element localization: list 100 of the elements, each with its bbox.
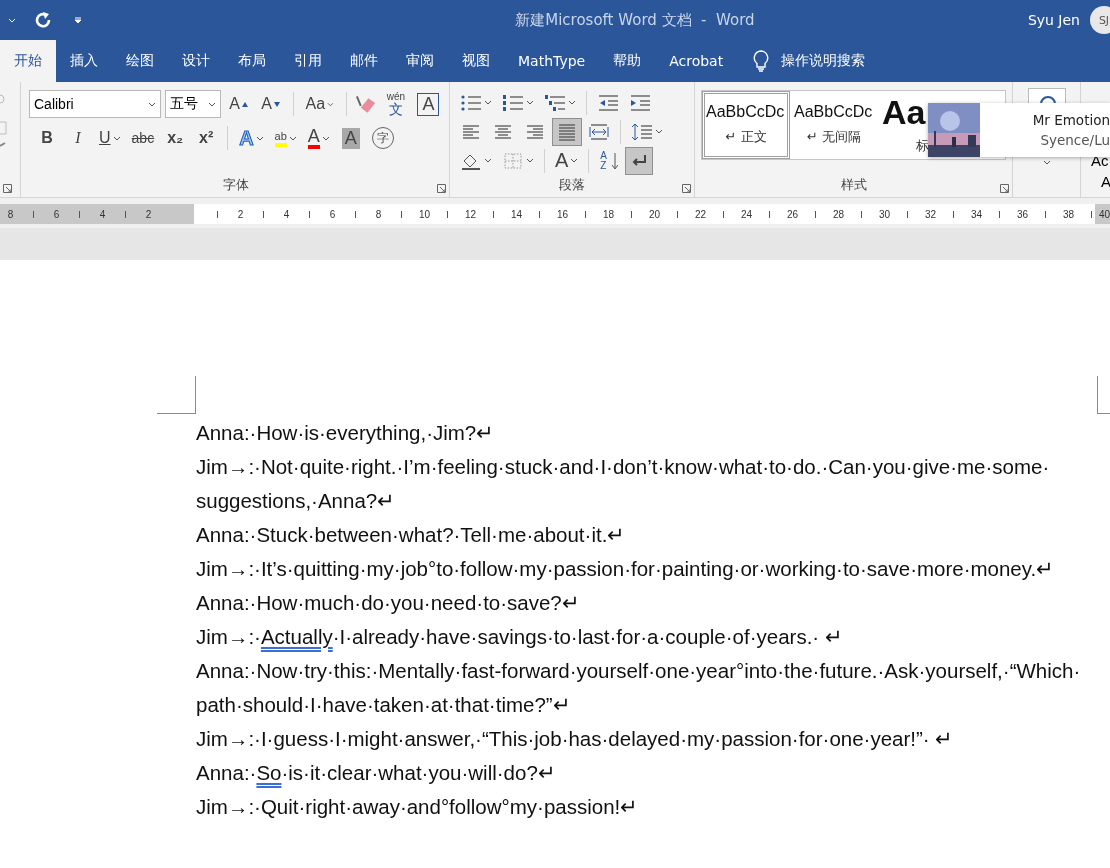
numbering-icon[interactable] xyxy=(502,92,524,113)
tell-me-search[interactable]: 操作说明搜索 xyxy=(781,52,866,70)
ruler-number: 6 xyxy=(329,208,336,220)
music-notification[interactable]: Mr Emotion Syence/Lu xyxy=(928,103,1110,157)
document-paragraph: Jim→:·Actually·I·already·have·savings·to·last·for·a·couple·of·years.· ↵ xyxy=(196,624,844,650)
document-paragraph: Anna:·How·is·everything,·Jim?↵ xyxy=(196,420,496,446)
dialog-launcher-icon[interactable] xyxy=(437,184,446,193)
caret-icon[interactable] xyxy=(655,129,663,134)
ruler-number: 36 xyxy=(1016,208,1029,220)
triangle-icon xyxy=(242,101,248,107)
ribbon-tab[interactable]: 审阅 xyxy=(392,40,448,82)
ruler-number: 16 xyxy=(556,208,569,220)
script-button[interactable]: x² xyxy=(192,124,221,152)
window-title: 新建Microsoft Word 文档 - Word xyxy=(514,10,756,30)
customize-toolbar-icon[interactable] xyxy=(74,16,82,24)
caret-icon[interactable] xyxy=(112,135,121,141)
margin-corner-mark xyxy=(1097,376,1110,414)
font-size-field[interactable]: 五号 xyxy=(164,90,221,118)
eraser-icon[interactable] xyxy=(354,94,378,114)
song-artist: Syence/Lu xyxy=(1040,131,1110,150)
document-paragraph: Jim→:·Quit·right·away·and°follow°my·passion!↵ xyxy=(196,794,640,820)
ruler-number: 14 xyxy=(510,208,523,220)
ruler-number: 4 xyxy=(99,208,106,220)
ribbon-tab[interactable]: 邮件 xyxy=(336,40,392,82)
redo-icon[interactable] xyxy=(34,11,52,29)
ribbon-tab[interactable]: MathType xyxy=(504,40,600,82)
caret-icon[interactable] xyxy=(526,100,534,105)
ribbon-tab[interactable]: 视图 xyxy=(448,40,504,82)
decrease-indent-icon[interactable] xyxy=(597,92,619,113)
caret-icon[interactable] xyxy=(570,158,579,163)
ribbon-tab[interactable]: 帮助 xyxy=(599,40,656,82)
ribbon-tab[interactable]: 设计 xyxy=(168,40,224,82)
caret-icon[interactable] xyxy=(1042,160,1051,165)
ruler-number: 20 xyxy=(648,208,661,220)
caret-icon[interactable] xyxy=(484,100,492,105)
ruler-number: 8 xyxy=(375,208,382,220)
caret-icon[interactable] xyxy=(526,158,534,163)
ribbon-tab[interactable]: 插入 xyxy=(56,40,112,82)
grow-font-button[interactable]: A xyxy=(224,90,253,118)
asian-layout-button[interactable]: A xyxy=(551,146,583,175)
caret-icon[interactable] xyxy=(321,135,330,141)
ruler-number: 6 xyxy=(53,208,60,220)
script-button[interactable]: x₂ xyxy=(161,124,190,152)
increase-indent-icon[interactable] xyxy=(629,92,651,113)
line-spacing-icon[interactable] xyxy=(631,121,653,142)
document-paragraph: Jim→:·It’s·quitting·my·job°to·follow·my·passion·for·painting·or·working·to·save·more·money.↵ xyxy=(196,556,1056,582)
bold-button[interactable]: B xyxy=(33,124,61,152)
user-name: Syu Jen xyxy=(1027,12,1080,28)
margin-corner-mark xyxy=(157,376,196,414)
change-case-button[interactable]: Aa xyxy=(301,90,338,118)
caret-icon[interactable] xyxy=(484,158,492,163)
shrink-font-button[interactable]: A xyxy=(256,90,285,118)
document-paragraph: Anna:·Stuck·between·what?·Tell·me·about·it.↵ xyxy=(196,522,627,548)
multilevel-list-icon[interactable] xyxy=(544,92,566,113)
ruler-number: 38 xyxy=(1062,208,1075,220)
ruler-number: 22 xyxy=(694,208,707,220)
ruler-number: 24 xyxy=(740,208,753,220)
caret-icon[interactable] xyxy=(568,100,576,105)
ruler-number: 10 xyxy=(418,208,431,220)
caret-icon[interactable] xyxy=(147,101,156,107)
ruler-number: 26 xyxy=(786,208,799,220)
highlight-button[interactable]: ab xyxy=(270,124,301,152)
dialog-launcher-icon[interactable] xyxy=(682,184,691,193)
user-avatar[interactable]: SJ xyxy=(1090,6,1110,34)
caret-icon[interactable] xyxy=(327,101,334,107)
ribbon-tab[interactable]: 绘图 xyxy=(112,40,168,82)
document-paragraph: Anna:·How·much·do·you·need·to·save?↵ xyxy=(196,590,581,616)
document-paragraph: Anna:·So·is·it·clear·what·you·will·do?↵ xyxy=(196,760,557,786)
ruler-number: 12 xyxy=(464,208,477,220)
sort-button[interactable]: AZ xyxy=(595,146,624,175)
strikethrough-button[interactable]: abc xyxy=(127,124,159,152)
phonetic-guide-button[interactable]: wén 文 xyxy=(381,90,410,118)
ruler-number: 30 xyxy=(878,208,891,220)
ruler-number: 40 xyxy=(1098,208,1110,220)
ruler-number: 2 xyxy=(145,208,152,220)
dialog-launcher-icon[interactable] xyxy=(1000,184,1009,193)
caret-icon[interactable] xyxy=(207,101,216,107)
ribbon-tab[interactable]: 引用 xyxy=(280,40,336,82)
align-distribute-icon[interactable] xyxy=(588,121,610,142)
ruler-number: 4 xyxy=(283,208,290,220)
down-arrow-icon xyxy=(612,151,619,170)
ruler-number: 32 xyxy=(924,208,937,220)
ribbon-tab[interactable]: Acrobat xyxy=(655,40,738,82)
font-name-field[interactable]: Calibri xyxy=(29,90,161,118)
dropdown-caret-icon[interactable] xyxy=(8,17,16,23)
font-color-button[interactable]: A xyxy=(303,124,334,152)
caret-icon[interactable] xyxy=(255,135,264,141)
caret-icon[interactable] xyxy=(288,135,297,141)
underline-button[interactable]: U xyxy=(95,124,125,152)
ruler-number: 28 xyxy=(832,208,845,220)
group-label: 字体 xyxy=(222,176,250,194)
ruler-number: 8 xyxy=(7,208,14,220)
ribbon-tab[interactable]: 开始 xyxy=(0,40,56,82)
ribbon-tab[interactable]: 布局 xyxy=(224,40,280,82)
ruler-number: 2 xyxy=(237,208,244,220)
group-label: 段落 xyxy=(558,176,586,194)
italic-button[interactable]: I xyxy=(64,124,92,152)
style-item[interactable]: AaBbCcDc ↵ 正文 xyxy=(702,91,790,159)
lightbulb-icon xyxy=(753,50,770,72)
dialog-launcher-icon[interactable] xyxy=(3,184,12,193)
